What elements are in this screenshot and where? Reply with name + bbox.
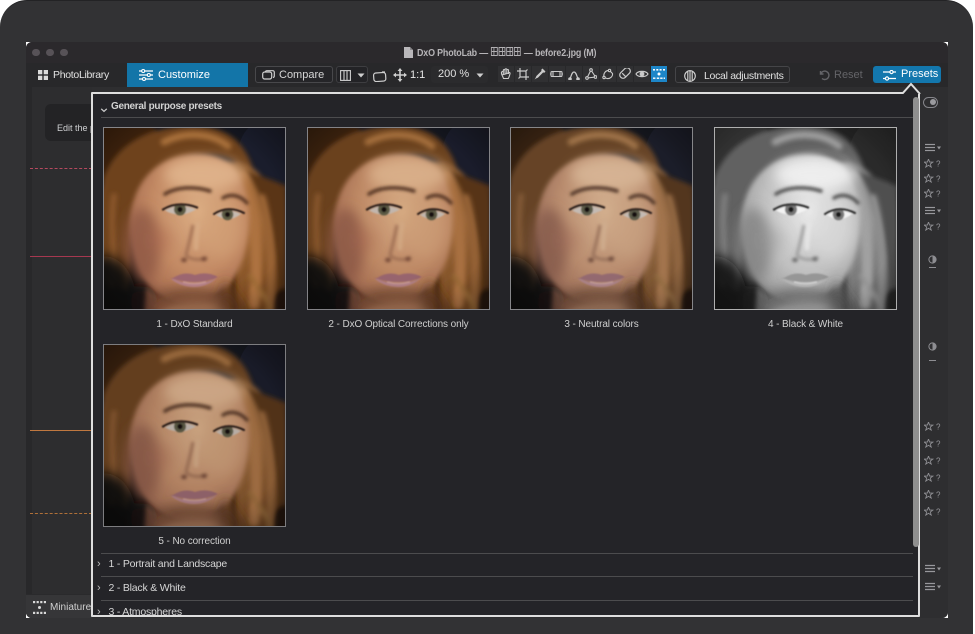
svg-text:?: ?: [936, 423, 941, 431]
svg-text:?: ?: [936, 175, 941, 183]
svg-text:?: ?: [936, 457, 941, 465]
svg-text:?: ?: [936, 223, 941, 231]
svg-text:?: ?: [936, 491, 941, 499]
svg-text:?: ?: [936, 474, 941, 482]
svg-text:?: ?: [936, 160, 941, 168]
svg-text:?: ?: [936, 508, 941, 516]
svg-text:?: ?: [936, 440, 941, 448]
svg-text:?: ?: [936, 190, 941, 198]
